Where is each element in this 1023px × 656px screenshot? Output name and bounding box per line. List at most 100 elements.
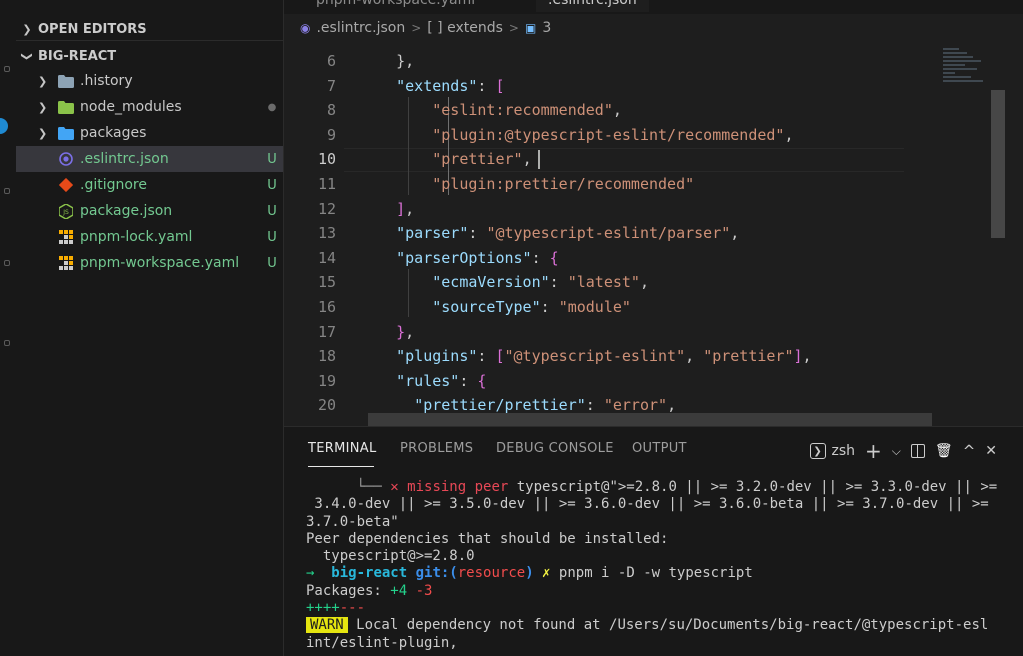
tree-item-label: .gitignore [80, 177, 147, 193]
eslint-icon [58, 151, 74, 167]
code-line: 9 "plugin:@typescript-eslint/recommended… [284, 123, 934, 148]
remote-icon[interactable] [4, 340, 10, 346]
line-number: 17 [317, 322, 336, 341]
folder-icon [58, 73, 74, 89]
line-code: "rules": { [396, 371, 487, 390]
tree-item-history[interactable]: ❯ .history [16, 68, 283, 94]
open-editors-label: OPEN EDITORS [38, 22, 147, 37]
terminal-icon: ❯ [809, 443, 826, 459]
nodejs-icon: JS [58, 203, 74, 219]
line-number: 15 [317, 273, 336, 292]
array-item-icon: ▣ [524, 21, 537, 35]
code-line: 14 "parserOptions": { [284, 246, 934, 271]
bottom-panel: TERMINAL PROBLEMS DEBUG CONSOLE OUTPUT ❯… [284, 426, 1023, 656]
line-code: "plugins": ["@typescript-eslint", "prett… [396, 347, 812, 366]
extensions-icon[interactable] [4, 260, 10, 266]
code-line: 11 "plugin:prettier/recommended" [284, 172, 934, 197]
terminal-line: 3.7.0-beta" [306, 513, 399, 530]
code-line: 13 "parser": "@typescript-eslint/parser"… [284, 221, 934, 246]
line-code: "plugin:@typescript-eslint/recommended", [432, 125, 794, 144]
line-number: 19 [317, 371, 336, 390]
git-status-badge: U [267, 203, 277, 219]
tree-item-label: package.json [80, 203, 173, 219]
line-number: 8 [326, 101, 336, 120]
tab-debug-console[interactable]: DEBUG CONSOLE [496, 441, 614, 456]
source-control-icon[interactable] [4, 188, 10, 194]
breadcrumb-separator: > [411, 21, 422, 35]
eslint-icon: ◉ [300, 21, 311, 35]
close-icon[interactable]: ✕ [985, 443, 997, 459]
maximize-panel-icon[interactable]: ^ [963, 442, 976, 460]
line-number: 6 [326, 52, 336, 70]
code-line: 12 ], [284, 197, 934, 222]
chevron-down-icon[interactable]: ⌵ [892, 444, 901, 459]
tree-item-label: node_modules [80, 99, 182, 115]
tab-terminal[interactable]: TERMINAL [308, 441, 377, 456]
line-number: 18 [317, 347, 336, 366]
editor-tab-bar: pnpm-workspace.yaml .eslintrc.json [284, 0, 1023, 14]
pnpm-icon [58, 229, 74, 245]
node-folder-icon [58, 99, 74, 115]
horizontal-scrollbar[interactable] [368, 413, 932, 426]
new-terminal-button[interactable]: + [865, 439, 882, 463]
line-code: "extends": [ [396, 76, 505, 95]
split-terminal-icon[interactable] [910, 444, 925, 458]
breadcrumb-node[interactable]: [ ] extends [427, 20, 503, 36]
tab-pnpm-workspace[interactable]: pnpm-workspace.yaml [304, 0, 487, 12]
terminal-line: typescript@>=2.8.0 [306, 548, 475, 565]
git-status-badge: U [267, 177, 277, 193]
search-icon[interactable] [4, 66, 10, 72]
line-code: "eslint:recommended", [432, 101, 622, 120]
code-line: 17 }, [284, 320, 934, 345]
scrollbar-thumb[interactable] [991, 90, 1005, 238]
code-line: 10 "prettier", [284, 147, 934, 172]
open-editors-header[interactable]: ❯ OPEN EDITORS [16, 19, 283, 41]
active-view-indicator [0, 118, 8, 134]
code-line: 16 "sourceType": "module" [284, 295, 934, 320]
code-line: 19 "rules": { [284, 369, 934, 394]
tree-item-pnpm-lock-yaml[interactable]: ❯pnpm-lock.yamlU [16, 224, 283, 250]
line-number: 13 [317, 224, 336, 243]
minimap[interactable] [935, 42, 991, 426]
panel-actions: ❯ zsh + ⌵ 🗑 ^ ✕ [809, 439, 997, 463]
code-editor[interactable]: 6 }, 7 "extends": [ 8 "eslint:recommended"… [284, 42, 1023, 426]
terminal-line: 3.4.0-dev || >= 3.5.0-dev || >= 3.6.0-de… [306, 496, 989, 513]
terminal-output[interactable]: └── ✕ missing peer typescript@">=2.8.0 |… [306, 479, 1006, 652]
tab-problems[interactable]: PROBLEMS [400, 441, 473, 456]
tree-item-package-json[interactable]: ❯JSpackage.jsonU [16, 198, 283, 224]
activity-bar [0, 0, 16, 656]
git-status-badge: U [267, 229, 277, 245]
terminal-line: Packages: +4 -3 [306, 582, 433, 599]
line-code: "parser": "@typescript-eslint/parser", [396, 224, 740, 243]
project-header[interactable]: ❯ BIG-REACT [16, 45, 283, 67]
tree-item-gitignore[interactable]: ❯.gitignoreU [16, 172, 283, 198]
tree-item-packages[interactable]: ❯ packages [16, 120, 283, 146]
tab-output[interactable]: OUTPUT [632, 441, 687, 456]
trash-icon[interactable]: 🗑 [935, 443, 953, 459]
tree-item-pnpm-workspace-yaml[interactable]: ❯pnpm-workspace.yamlU [16, 250, 283, 276]
packages-folder-icon [58, 125, 74, 141]
vertical-scrollbar[interactable] [991, 42, 1005, 426]
line-code: "sourceType": "module" [432, 298, 631, 316]
tree-item-label: pnpm-lock.yaml [80, 229, 193, 245]
tab-eslintrc[interactable]: .eslintrc.json [536, 0, 649, 12]
line-number: 9 [326, 125, 336, 144]
breadcrumb-file[interactable]: .eslintrc.json [316, 20, 405, 36]
git-status-badge: U [267, 151, 277, 167]
chevron-right-icon: ❯ [38, 100, 48, 114]
code-line: 8 "eslint:recommended", [284, 98, 934, 123]
breadcrumb-count[interactable]: 3 [542, 20, 551, 36]
tree-item-eslintrc-json[interactable]: ❯.eslintrc.jsonU [16, 146, 283, 172]
line-number: 10 [317, 150, 336, 169]
code-line: 6 }, [284, 49, 934, 74]
line-number: 7 [326, 76, 336, 95]
git-status-badge: U [267, 255, 277, 271]
explorer-sidebar: ❯ OPEN EDITORS ❯ BIG-REACT ❯ .history ❯ nod… [16, 0, 284, 656]
code-line: 18 "plugins": ["@typescript-eslint", "pr… [284, 344, 934, 369]
terminal-line: ++++--- [306, 600, 366, 617]
line-number: 16 [317, 298, 336, 316]
tree-item-node-modules[interactable]: ❯ node_modules ● [16, 94, 283, 120]
line-code: "parserOptions": { [396, 248, 559, 267]
line-code: }, [360, 52, 415, 70]
terminal-shell-selector[interactable]: ❯ zsh [809, 443, 855, 459]
